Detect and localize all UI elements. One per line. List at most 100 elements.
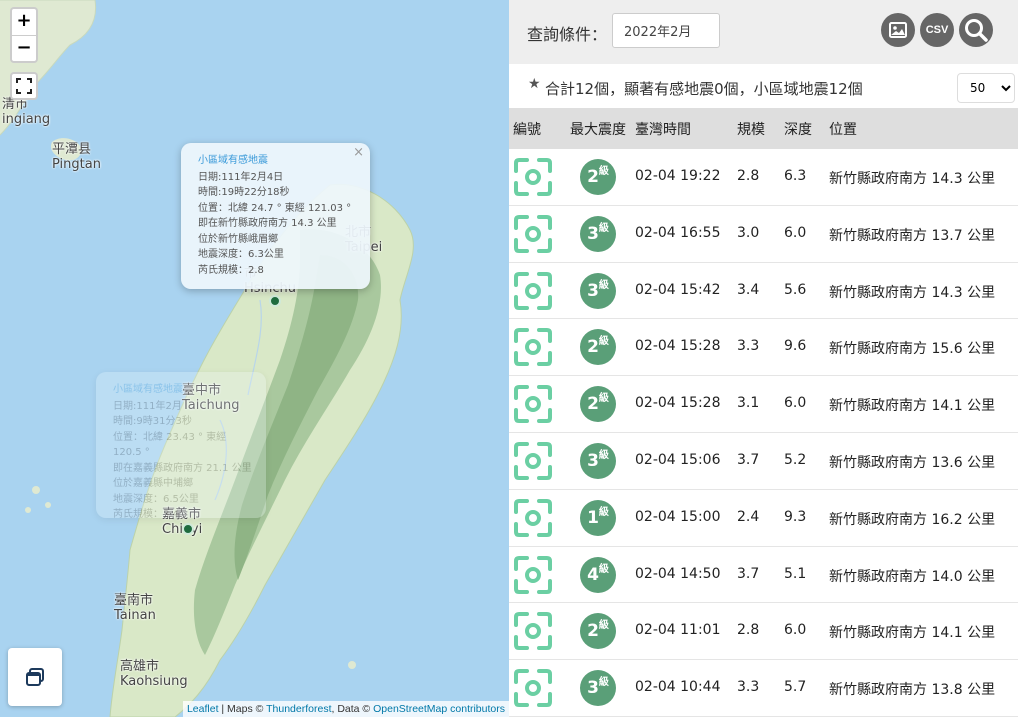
export-image-button[interactable] (881, 13, 915, 47)
popup-title: 小區域有感地震 (198, 155, 268, 166)
intensity-suffix: 級 (598, 449, 609, 461)
zoom-out-button[interactable]: − (12, 35, 36, 61)
header-depth[interactable]: 深度 (784, 119, 812, 139)
thunderforest-link[interactable]: Thunderforest (266, 703, 331, 715)
intensity-suffix: 級 (598, 279, 609, 291)
focus-button[interactable] (513, 327, 553, 371)
earthquake-table-body: 2級 02-04 19:22 2.8 6.3 新竹縣政府南方 14.3 公里 3級 02-0… (509, 149, 1018, 717)
focus-button[interactable] (513, 441, 553, 485)
query-toolbar: 查詢條件： CSV (509, 0, 1018, 64)
popup-line: 位於嘉義縣中埔鄉 (113, 478, 193, 489)
layers-button[interactable] (8, 648, 62, 706)
cell-time: 02-04 10:44 (635, 679, 721, 696)
intensity-value: 3 (587, 678, 599, 699)
intensity-value: 3 (587, 280, 599, 301)
header-id[interactable]: 編號 (513, 119, 541, 139)
cell-time: 02-04 15:28 (635, 395, 721, 412)
table-row[interactable]: 2級 02-04 11:01 2.8 6.0 新竹縣政府南方 14.1 公里 (509, 603, 1018, 661)
intensity-badge: 2級 (580, 159, 616, 195)
osm-link[interactable]: OpenStreetMap contributors (373, 703, 505, 715)
focus-button[interactable] (513, 611, 553, 655)
focus-icon (514, 555, 552, 594)
header-time[interactable]: 臺灣時間 (635, 119, 691, 139)
table-row[interactable]: 4級 02-04 14:50 3.7 5.1 新竹縣政府南方 14.0 公里 (509, 547, 1018, 604)
cell-magnitude: 3.0 (737, 224, 760, 241)
intensity-badge: 3級 (580, 670, 616, 707)
intensity-value: 1 (587, 507, 599, 528)
focus-button[interactable] (513, 271, 553, 315)
header-location[interactable]: 位置 (829, 119, 857, 139)
focus-button[interactable] (513, 498, 553, 542)
focus-button[interactable] (513, 214, 553, 258)
cell-time: 02-04 15:06 (635, 451, 721, 468)
cell-depth: 6.3 (784, 168, 807, 184)
table-row[interactable]: 3級 02-04 15:06 3.7 5.2 新竹縣政府南方 13.6 公里 (509, 433, 1018, 490)
quake-popup: × 小區域有感地震 日期:111年2月4日 時間:19時22分18秒 位置：北緯… (181, 143, 370, 289)
table-row[interactable]: 1級 02-04 15:00 2.4 9.3 新竹縣政府南方 16.2 公里 (509, 490, 1018, 547)
leaflet-link[interactable]: Leaflet (187, 703, 219, 715)
fullscreen-button[interactable] (10, 72, 38, 100)
popup-title: 小區域有感地震 (113, 384, 183, 395)
focus-icon (514, 271, 552, 310)
intensity-suffix: 級 (598, 563, 609, 575)
header-max-intensity[interactable]: 最大震度 (570, 119, 626, 139)
focus-icon (514, 158, 552, 196)
table-row[interactable]: 2級 02-04 19:22 2.8 6.3 新竹縣政府南方 14.3 公里 (509, 149, 1018, 206)
focus-button[interactable] (513, 384, 553, 428)
intensity-badge: 1級 (580, 499, 616, 536)
quake-marker[interactable] (269, 295, 281, 307)
query-month-input[interactable] (612, 13, 720, 48)
map-tiles (0, 0, 509, 717)
cell-magnitude: 2.8 (737, 168, 760, 184)
quake-marker[interactable] (182, 523, 194, 535)
cell-location: 新竹縣政府南方 16.2 公里 (829, 511, 996, 528)
intensity-value: 3 (587, 223, 599, 244)
star-icon: ★ (528, 76, 541, 92)
search-icon (965, 19, 988, 42)
popup-close-button[interactable]: × (353, 145, 364, 161)
focus-button[interactable] (513, 157, 553, 201)
fullscreen-icon (16, 78, 32, 94)
table-row[interactable]: 3級 02-04 15:42 3.4 5.6 新竹縣政府南方 14.3 公里 (509, 263, 1018, 320)
popup-line: 即在嘉義縣政府南方 21.1 公里 (113, 462, 252, 474)
table-row[interactable]: 2級 02-04 15:28 3.1 6.0 新竹縣政府南方 14.1 公里 (509, 376, 1018, 433)
table-row[interactable]: 3級 02-04 16:55 3.0 6.0 新竹縣政府南方 13.7 公里 (509, 206, 1018, 263)
map-view[interactable]: 清市ingiang 平潭县Pingtan 北市Taipei 市Hsinchu 臺… (0, 0, 509, 717)
map-label-tainan: 臺南市 Tainan (114, 593, 156, 623)
cell-time: 02-04 19:22 (635, 168, 721, 184)
search-button[interactable] (959, 13, 993, 47)
summary-bar: ★ 合計12個，顯著有感地震0個，小區域地震12個 50 (509, 68, 1018, 108)
focus-button[interactable] (513, 668, 553, 712)
quake-popup-faded: 小區域有感地震 日期:111年2月 時間:9時31分3秒 位置：北緯 23.43… (96, 372, 266, 520)
cell-depth: 9.6 (784, 338, 807, 355)
cell-depth: 6.0 (784, 622, 807, 639)
intensity-badge: 2級 (580, 613, 616, 650)
summary-text: 合計12個，顯著有感地震0個，小區域地震12個 (545, 80, 863, 98)
page-size-select[interactable]: 50 (957, 73, 1015, 103)
popup-line: 地震深度：6.3公里 (198, 249, 284, 260)
intensity-value: 3 (587, 450, 599, 471)
focus-icon (514, 214, 552, 253)
cell-magnitude: 2.8 (737, 622, 760, 639)
header-magnitude[interactable]: 規模 (737, 119, 765, 139)
focus-icon (514, 328, 552, 367)
intensity-badge: 3級 (580, 442, 616, 479)
table-row[interactable]: 2級 02-04 15:28 3.3 9.6 新竹縣政府南方 15.6 公里 (509, 319, 1018, 377)
cell-location: 新竹縣政府南方 13.6 公里 (829, 454, 996, 471)
focus-icon (514, 385, 552, 424)
table-row[interactable]: 3級 02-04 10:44 3.3 5.7 新竹縣政府南方 13.8 公里 (509, 660, 1018, 717)
cell-depth: 5.1 (784, 565, 807, 582)
cell-time: 02-04 15:00 (635, 508, 721, 525)
zoom-control: + − (10, 7, 38, 63)
popup-line: 位置：北緯 23.43 ° 東經 120.5 ° (113, 431, 227, 459)
zoom-in-button[interactable]: + (12, 9, 36, 35)
export-csv-button[interactable]: CSV (920, 13, 954, 47)
cell-location: 新竹縣政府南方 14.3 公里 (829, 284, 996, 301)
focus-icon (514, 498, 552, 537)
intensity-badge: 3級 (580, 215, 616, 252)
intensity-suffix: 級 (598, 393, 609, 405)
intensity-value: 4 (587, 564, 599, 585)
intensity-suffix: 級 (598, 620, 609, 632)
focus-button[interactable] (513, 555, 553, 599)
cell-depth: 9.3 (784, 508, 807, 525)
